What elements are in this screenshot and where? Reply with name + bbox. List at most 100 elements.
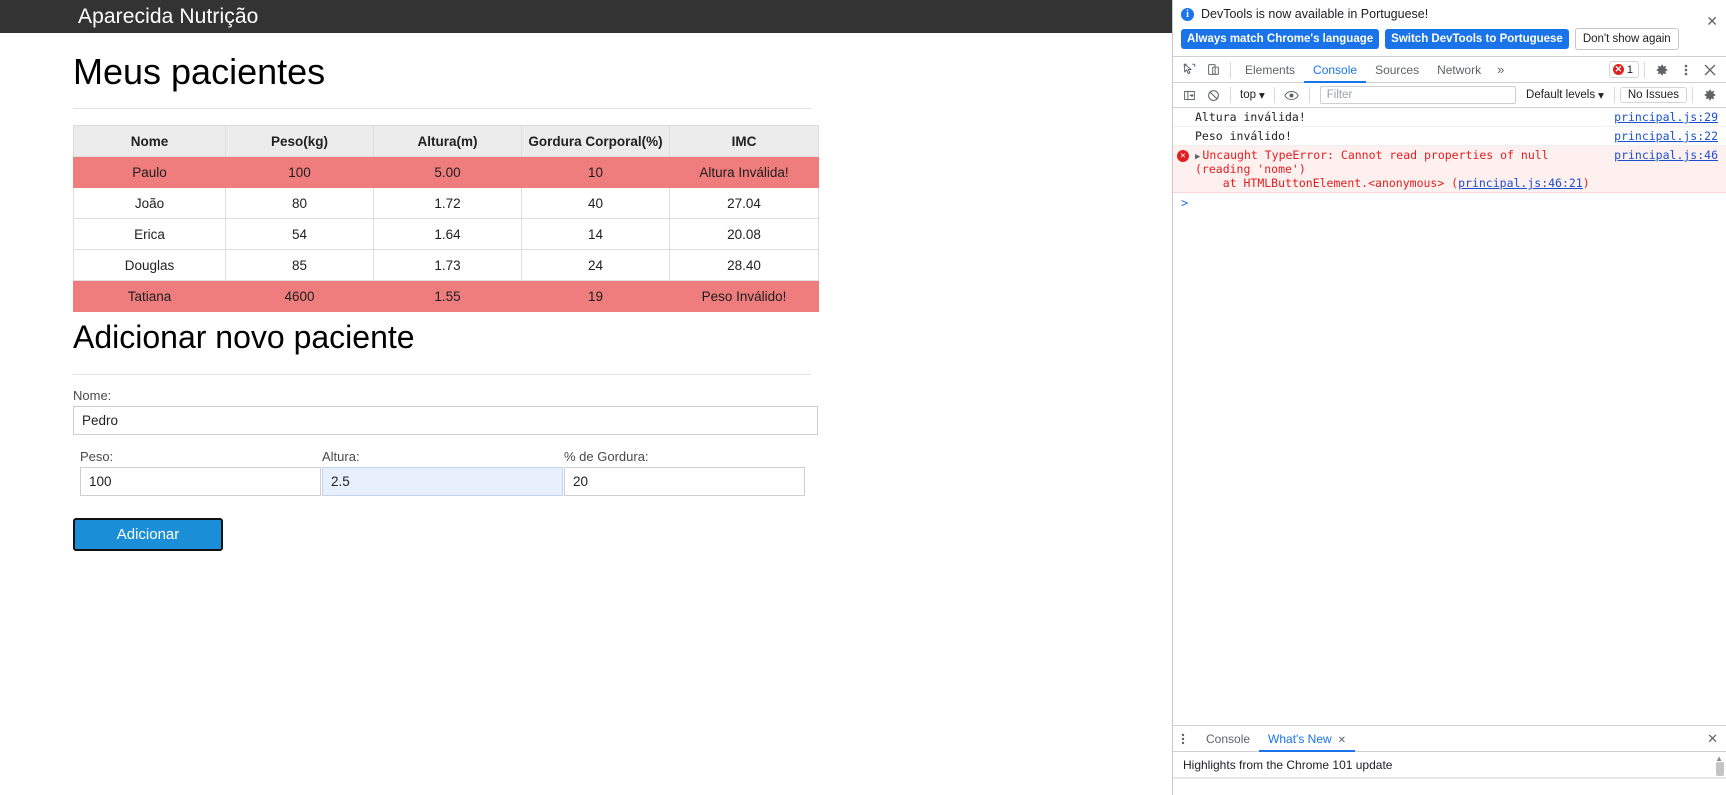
- toolbar-separator-2: [1273, 87, 1275, 103]
- console-filter-input[interactable]: Filter: [1319, 86, 1517, 104]
- live-expression-eye-icon[interactable]: [1280, 84, 1304, 106]
- submit-wrapper: Adicionar: [73, 518, 1172, 552]
- cell-gordura: 14: [521, 218, 670, 251]
- message-text: Altura inválida!: [1195, 110, 1306, 124]
- cell-gordura: 24: [521, 249, 670, 282]
- cell-nome: Tatiana: [73, 280, 226, 313]
- cell-nome: João: [73, 187, 226, 220]
- message-gutter: ✕: [1173, 148, 1193, 190]
- tab-elements[interactable]: Elements: [1236, 57, 1304, 83]
- dont-show-again-button[interactable]: Don't show again: [1574, 28, 1679, 50]
- cell-gordura: 10: [521, 156, 670, 189]
- log-levels-select[interactable]: Default levels ▾: [1521, 88, 1609, 102]
- scrollbar-thumb[interactable]: [1716, 762, 1724, 776]
- whats-new-headline: Highlights from the Chrome 101 update: [1183, 757, 1393, 772]
- label-peso: Peso:: [80, 449, 114, 465]
- input-nome[interactable]: Pedro: [73, 406, 818, 436]
- input-altura[interactable]: 2.5: [322, 467, 563, 497]
- toolbar-separator-4: [1613, 87, 1615, 103]
- cell-imc: 20.08: [669, 218, 819, 251]
- message-gutter: [1173, 110, 1193, 124]
- console-sidebar-icon[interactable]: [1177, 84, 1201, 106]
- add-patient-title: Adicionar novo paciente: [73, 319, 415, 356]
- execution-context-value: top: [1240, 89, 1256, 101]
- stack-prefix: at HTMLButtonElement.<anonymous> (: [1195, 176, 1459, 190]
- message-gutter: [1173, 129, 1193, 143]
- console-prompt[interactable]: >: [1173, 193, 1726, 213]
- issues-button[interactable]: No Issues: [1619, 87, 1687, 103]
- drawer-body: [1173, 778, 1726, 795]
- input-gordura[interactable]: 20: [564, 467, 805, 497]
- console-message[interactable]: Peso inválido! principal.js:22: [1173, 127, 1726, 146]
- language-banner: i DevTools is now available in Portugues…: [1173, 0, 1726, 57]
- prompt-caret-icon: >: [1181, 196, 1189, 210]
- table-row: Tatiana 4600 1.55 19 Peso Inválido!: [73, 280, 819, 313]
- form-row-measurements: Peso: 100 Altura: 2.5 % de Gordura: 20: [80, 449, 1172, 497]
- field-peso: Peso: 100: [80, 449, 321, 497]
- always-match-language-button[interactable]: Always match Chrome's language: [1181, 29, 1380, 49]
- message-source-link[interactable]: principal.js:22: [1604, 129, 1718, 143]
- cell-altura: 1.72: [373, 187, 522, 220]
- device-toolbar-icon[interactable]: [1201, 59, 1225, 81]
- stack-suffix: ): [1582, 176, 1590, 190]
- cell-peso: 100: [225, 156, 374, 189]
- tabbar-separator: [1230, 61, 1231, 78]
- console-settings-gear-icon[interactable]: [1698, 84, 1722, 106]
- banner-message: DevTools is now available in Portuguese!: [1201, 7, 1429, 21]
- error-count-badge[interactable]: ✕ 1: [1608, 61, 1639, 78]
- whats-new-scrollbar[interactable]: ▲: [1715, 754, 1724, 776]
- cell-altura: 1.55: [373, 280, 522, 313]
- tab-sources[interactable]: Sources: [1366, 57, 1428, 83]
- input-peso[interactable]: 100: [80, 467, 321, 497]
- devtools-tabbar: Elements Console Sources Network » ✕ 1: [1173, 57, 1726, 83]
- field-gordura: % de Gordura: 20: [564, 450, 805, 497]
- console-messages: Altura inválida! principal.js:29 Peso in…: [1173, 108, 1726, 725]
- info-icon: i: [1181, 7, 1194, 21]
- adicionar-button[interactable]: Adicionar: [73, 518, 223, 552]
- cell-peso: 80: [225, 187, 374, 220]
- whats-new-content: Highlights from the Chrome 101 update ▲: [1173, 752, 1726, 778]
- cell-altura: 1.73: [373, 249, 522, 282]
- divider-form: [73, 374, 811, 376]
- chevron-down-icon: ▾: [1259, 90, 1265, 102]
- more-options-kebab-icon[interactable]: [1674, 59, 1698, 81]
- table-row: Paulo 100 5.00 10 Altura Inválida!: [73, 156, 819, 189]
- cell-nome: Erica: [73, 218, 226, 251]
- more-tabs-icon[interactable]: »: [1490, 62, 1511, 77]
- toolbar-separator-5: [1692, 87, 1693, 103]
- tab-console[interactable]: Console: [1304, 57, 1366, 83]
- cell-nome: Paulo: [73, 156, 226, 189]
- console-message[interactable]: Altura inválida! principal.js:29: [1173, 108, 1726, 127]
- cell-gordura: 40: [521, 187, 670, 220]
- inspect-element-icon[interactable]: [1177, 59, 1201, 81]
- close-devtools-icon[interactable]: [1698, 59, 1722, 81]
- cell-gordura: 19: [521, 280, 670, 313]
- message-source-link[interactable]: principal.js:29: [1604, 110, 1718, 124]
- stack-link[interactable]: principal.js:46:21: [1458, 176, 1583, 190]
- web-page: Aparecida Nutrição Meus pacientes Nome P…: [0, 0, 1172, 795]
- execution-context-select[interactable]: top ▾: [1236, 88, 1269, 102]
- clear-console-icon[interactable]: [1201, 84, 1225, 106]
- expand-arrow-icon[interactable]: ▶: [1195, 152, 1200, 162]
- drawer-more-options-icon[interactable]: [1177, 732, 1197, 746]
- drawer-tab-console[interactable]: Console: [1197, 726, 1259, 752]
- settings-gear-icon[interactable]: [1650, 59, 1674, 81]
- message-text: Peso inválido!: [1195, 129, 1292, 143]
- close-icon[interactable]: ✕: [1706, 14, 1718, 28]
- switch-to-portuguese-button[interactable]: Switch DevTools to Portuguese: [1385, 29, 1569, 49]
- console-error-message[interactable]: ✕ ▶ Uncaught TypeError: Cannot read prope…: [1173, 146, 1726, 193]
- site-title: Aparecida Nutrição: [78, 5, 259, 28]
- label-altura: Altura:: [322, 449, 360, 465]
- error-icon: ✕: [1612, 64, 1624, 75]
- close-icon[interactable]: ✕: [1338, 735, 1346, 746]
- drawer-tab-whats-new[interactable]: What's New ✕: [1259, 726, 1355, 752]
- page-content: Meus pacientes Nome Peso(kg) Altura(m) G…: [0, 51, 1172, 552]
- drawer-close-icon[interactable]: ✕: [1707, 731, 1718, 747]
- cell-imc: 28.40: [669, 249, 819, 282]
- cell-altura: 1.64: [373, 218, 522, 251]
- cell-peso: 85: [225, 249, 374, 282]
- tab-network[interactable]: Network: [1428, 57, 1490, 83]
- message-source-link[interactable]: principal.js:46: [1604, 148, 1718, 190]
- cell-peso: 54: [225, 218, 374, 251]
- log-levels-value: Default levels: [1526, 89, 1596, 101]
